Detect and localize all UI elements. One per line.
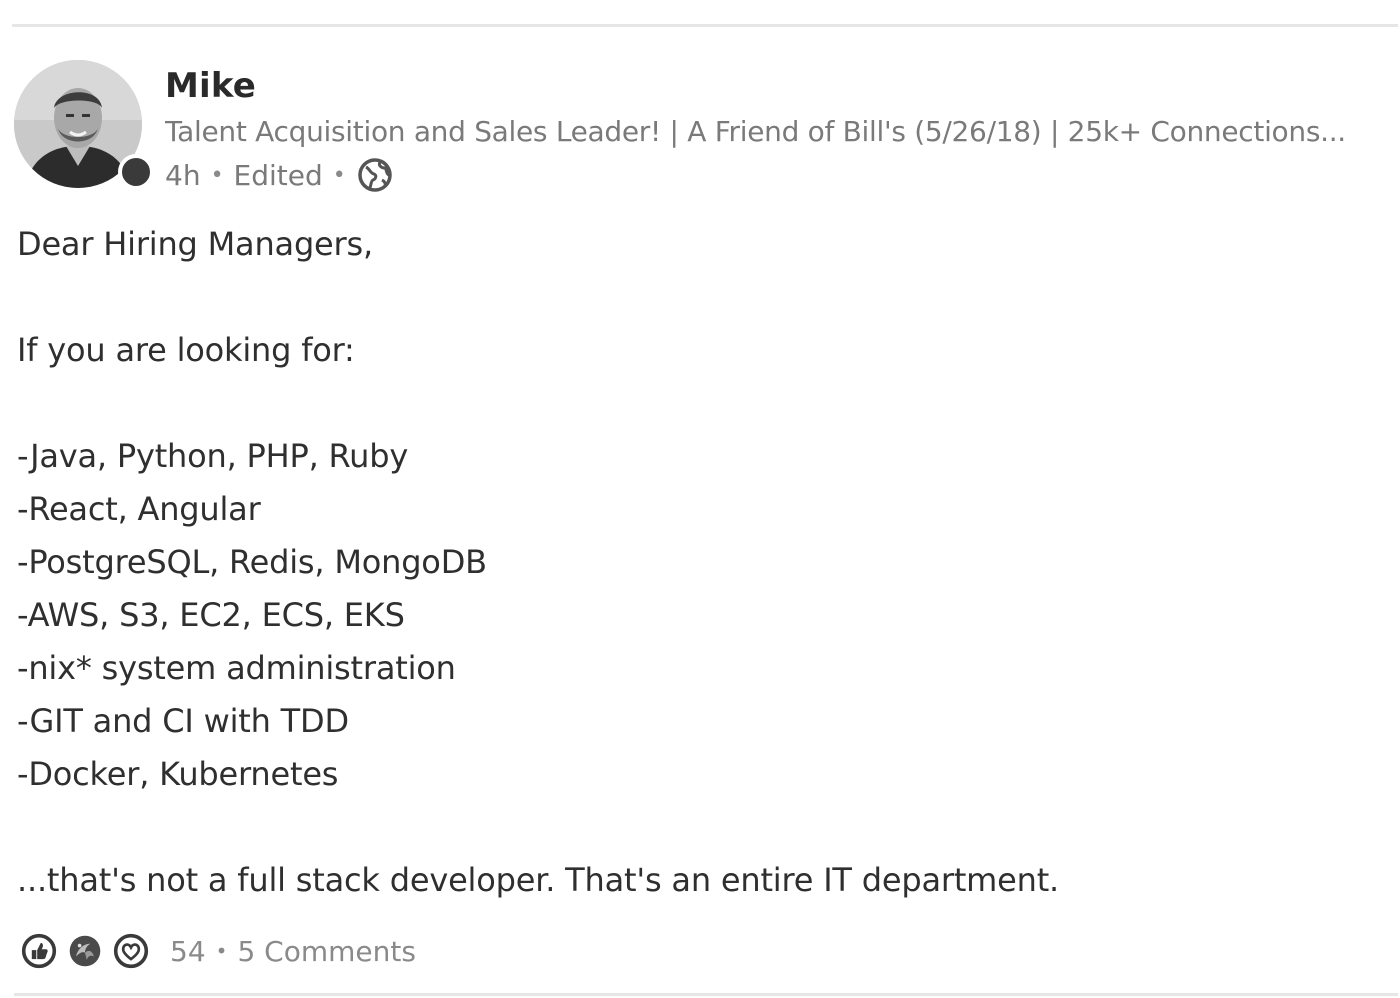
bottom-divider — [14, 993, 1398, 996]
feed-post: Mike Talent Acquisition and Sales Leader… — [0, 0, 1400, 998]
presence-indicator — [118, 154, 154, 190]
author-name[interactable]: Mike — [165, 66, 256, 106]
comments-count[interactable]: 5 Comments — [237, 935, 416, 968]
author-headline: Talent Acquisition and Sales Leader! | A… — [165, 115, 1346, 148]
skill-list-item: -nix* system administration — [17, 649, 456, 687]
post-meta: 4h • Edited • — [165, 155, 394, 195]
skill-list-item: -Java, Python, PHP, Ruby — [17, 437, 409, 475]
love-icon — [110, 930, 152, 972]
skill-list-item: -PostgreSQL, Redis, MongoDB — [17, 543, 487, 581]
skill-list-item: -AWS, S3, EC2, ECS, EKS — [17, 596, 405, 634]
globe-icon — [356, 156, 394, 194]
celebrate-icon — [64, 930, 106, 972]
skill-list-item: -Docker, Kubernetes — [17, 755, 339, 793]
reaction-count[interactable]: 54 — [170, 935, 206, 968]
like-icon — [18, 930, 60, 972]
author-avatar[interactable] — [14, 60, 154, 190]
post-closing: ...that's not a full stack developer. Th… — [17, 861, 1060, 899]
skill-list-item: -React, Angular — [17, 490, 261, 528]
post-time: 4h — [165, 158, 201, 192]
post-intro: If you are looking for: — [17, 331, 355, 369]
count-separator: • — [215, 939, 228, 963]
post-greeting: Dear Hiring Managers, — [17, 225, 373, 263]
post-body: Dear Hiring Managers, If you are looking… — [17, 218, 1377, 907]
social-counts: 54 • 5 Comments — [170, 935, 416, 968]
skill-list-item: -GIT and CI with TDD — [17, 702, 349, 740]
edited-label: Edited — [233, 158, 323, 192]
meta-separator: • — [332, 162, 346, 188]
meta-separator: • — [210, 162, 224, 188]
social-counts-bar[interactable]: 54 • 5 Comments — [18, 928, 416, 974]
